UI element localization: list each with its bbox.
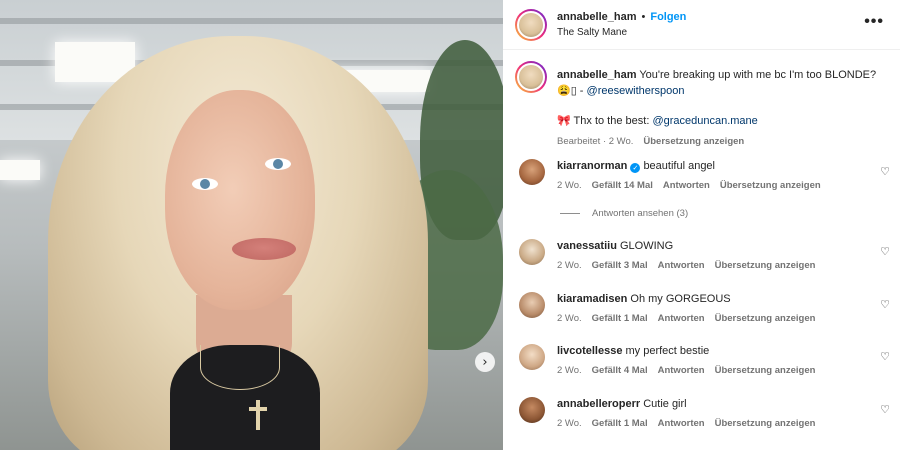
follow-button[interactable]: Folgen [650,11,686,23]
ceiling-beam [0,18,503,24]
post-header: annabelle_ham • Folgen The Salty Mane ••… [503,0,900,50]
commenter-avatar[interactable] [519,292,545,318]
reply-button[interactable]: Antworten [658,260,705,271]
heart-icon[interactable]: ♡ [880,165,890,178]
translate-link[interactable]: Übersetzung anzeigen [643,134,744,150]
comment-username[interactable]: livcotellesse [557,345,622,357]
translate-link[interactable]: Übersetzung anzeigen [715,365,816,376]
comment-text: GLOWING [619,240,674,252]
ceiling-light [0,160,40,180]
commenter-avatar[interactable] [519,239,545,265]
comment-age: 2 Wo. [557,418,582,429]
comment-meta: 2 Wo. Gefällt 14 Mal Antworten Übersetzu… [557,180,821,191]
separator-dot: • [641,11,646,23]
like-count[interactable]: Gefällt 1 Mal [592,313,648,324]
comment-age: 2 Wo. [557,313,582,324]
cross-pendant [249,400,267,430]
comment-item: livcotellesse my perfect bestie 2 Wo. Ge… [503,344,900,385]
heart-icon[interactable]: ♡ [880,403,890,416]
caption: annabelle_ham You're breaking up with me… [557,67,887,150]
necklace [200,345,280,390]
comment-meta: 2 Wo. Gefällt 1 Mal Antworten Übersetzun… [557,418,815,429]
mention-link[interactable]: @graceduncan.mane [652,115,757,127]
verified-badge-icon: ✓ [630,163,641,173]
author-avatar[interactable] [515,9,547,41]
reply-button[interactable]: Antworten [658,365,705,376]
replies-divider [560,213,580,214]
like-count[interactable]: Gefällt 3 Mal [592,260,648,271]
comment-meta: 2 Wo. Gefällt 4 Mal Antworten Übersetzun… [557,365,815,376]
commenter-avatar[interactable] [519,397,545,423]
heart-icon[interactable]: ♡ [880,298,890,311]
mention-link[interactable]: @reesewitherspoon [587,85,685,97]
eye [265,158,291,170]
comment-age: 2 Wo. [557,365,582,376]
comment-item: kiaramadisen Oh my GORGEOUS 2 Wo. Gefäll… [503,292,900,333]
caption-avatar[interactable] [515,61,547,93]
translate-link[interactable]: Übersetzung anzeigen [715,313,816,324]
comment-meta: 2 Wo. Gefällt 3 Mal Antworten Übersetzun… [557,260,815,271]
author-username[interactable]: annabelle_ham [557,11,636,23]
comment-username[interactable]: vanessatiiu [557,240,617,252]
header-user-row: annabelle_ham • Folgen [557,11,686,23]
comment-text: my perfect bestie [625,345,710,357]
comment-item: kiarranorman ✓ beautiful angel 2 Wo. Gef… [503,159,900,200]
chevron-right-icon[interactable]: › [475,352,495,372]
comment-age: 2 Wo. [557,180,582,191]
face [165,90,315,310]
post-photo[interactable]: › [0,0,503,450]
comment-username[interactable]: annabelleroperr [557,398,640,410]
like-count[interactable]: Gefällt 4 Mal [592,365,648,376]
translate-link[interactable]: Übersetzung anzeigen [720,180,821,191]
edited-label: Bearbeitet · 2 Wo. [557,136,634,147]
caption-thanks: 🎀 Thx to the best: [557,115,650,127]
heart-icon[interactable]: ♡ [880,350,890,363]
reply-button[interactable]: Antworten [658,418,705,429]
post-dialog: › annabelle_ham • Folgen The Salty Mane … [0,0,900,450]
comments-panel: annabelle_ham • Folgen The Salty Mane ••… [503,0,900,450]
more-horizontal-icon[interactable]: ••• [864,13,884,31]
comment-text: Cutie girl [643,398,687,410]
location-link[interactable]: The Salty Mane [557,27,627,38]
comment-username[interactable]: kiaramadisen [557,293,627,305]
comment-item: vanessatiiu GLOWING 2 Wo. Gefällt 3 Mal … [503,239,900,280]
eye [192,178,218,190]
view-replies-label: Antworten ansehen (3) [592,208,689,219]
comment-age: 2 Wo. [557,260,582,271]
caption-username[interactable]: annabelle_ham [557,69,636,81]
translate-link[interactable]: Übersetzung anzeigen [715,418,816,429]
reply-button[interactable]: Antworten [658,313,705,324]
comment-meta: 2 Wo. Gefällt 1 Mal Antworten Übersetzun… [557,313,815,324]
heart-icon[interactable]: ♡ [880,245,890,258]
lips [232,238,296,260]
caption-text: You're breaking up with me bc I'm too BL… [639,69,877,81]
like-count[interactable]: Gefällt 14 Mal [592,180,653,191]
reply-button[interactable]: Antworten [663,180,710,191]
comment-username[interactable]: kiarranorman [557,160,627,172]
commenter-avatar[interactable] [519,344,545,370]
comment-text: Oh my GORGEOUS [630,293,731,305]
caption-meta: Bearbeitet · 2 Wo. Übersetzung anzeigen [557,134,887,150]
comment-item: annabelleroperr Cutie girl 2 Wo. Gefällt… [503,397,900,438]
commenter-avatar[interactable] [519,159,545,185]
translate-link[interactable]: Übersetzung anzeigen [715,260,816,271]
like-count[interactable]: Gefällt 1 Mal [592,418,648,429]
view-replies-button[interactable]: Antworten ansehen (3) [560,208,688,219]
caption-emoji: 😩▯ - [557,85,584,97]
comment-text: beautiful angel [643,160,715,172]
